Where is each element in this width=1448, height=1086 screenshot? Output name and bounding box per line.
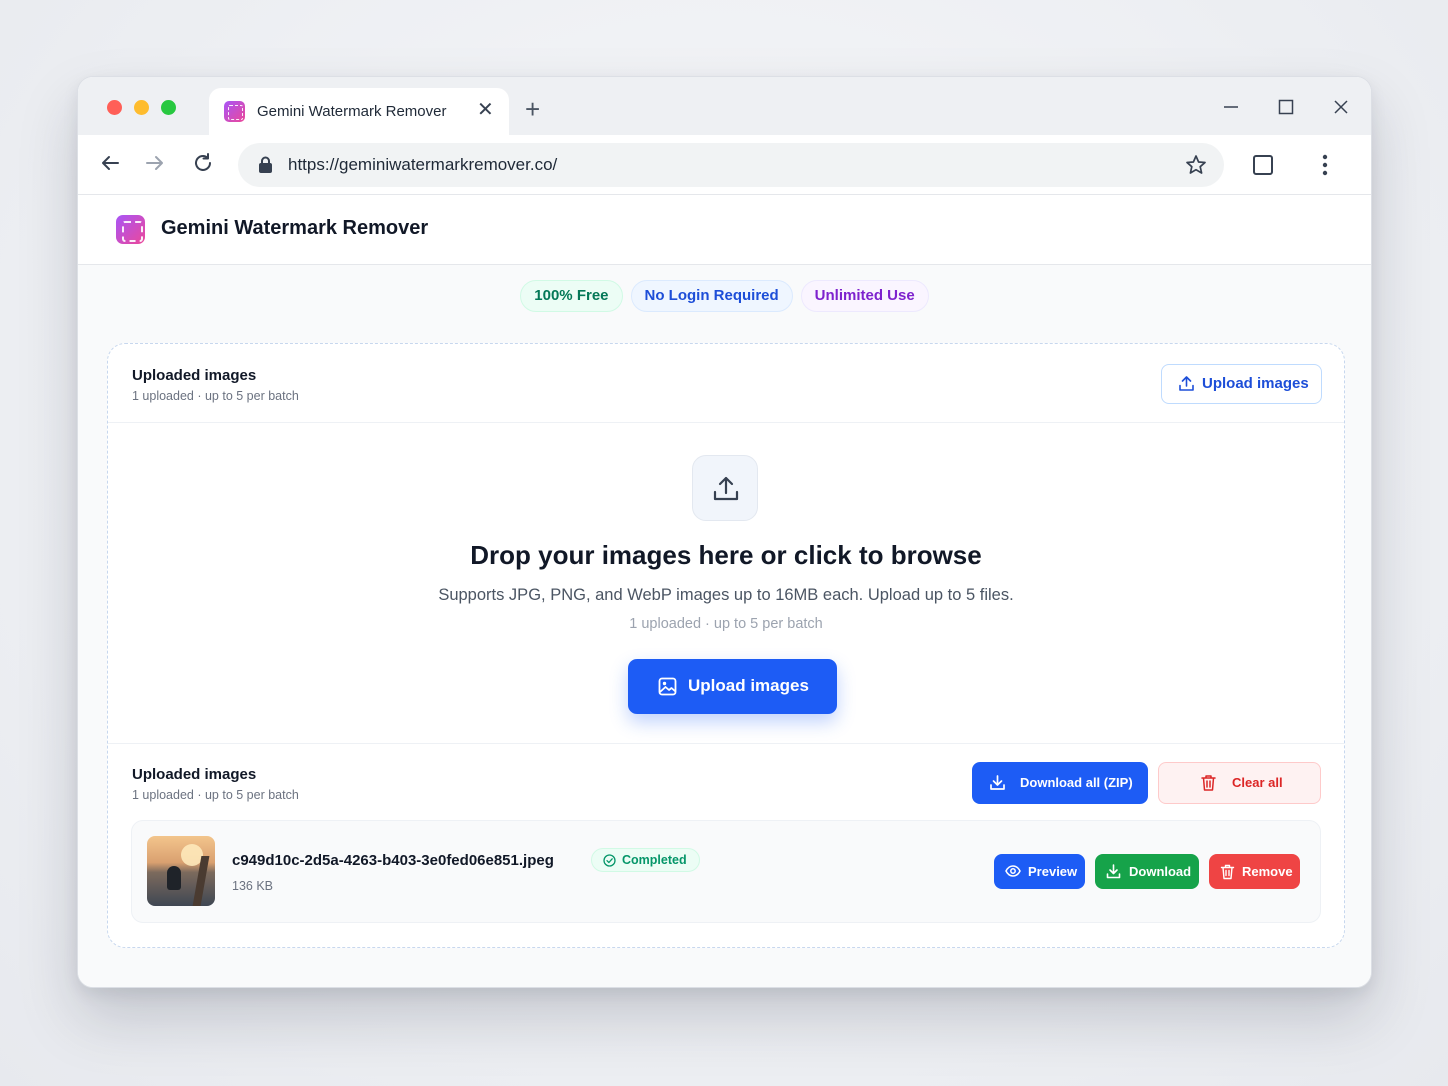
upload-panel: Uploaded images 1 uploaded · up to 5 per…: [107, 343, 1345, 948]
badge-unlimited: Unlimited Use: [800, 280, 929, 312]
forward-icon[interactable]: [144, 152, 166, 174]
back-icon[interactable]: [99, 152, 121, 174]
feature-badges: 100% Free No Login Required Unlimited Us…: [78, 280, 1371, 312]
file-thumbnail[interactable]: [147, 836, 215, 906]
upload-images-button-label: Upload images: [688, 676, 809, 695]
file-name: c949d10c-2d5a-4263-b403-3e0fed06e851.jpe…: [232, 852, 554, 869]
dropzone-description: Supports JPG, PNG, and WebP images up to…: [438, 586, 1014, 604]
uploader-title: Uploaded images: [132, 367, 257, 384]
tab-title: Gemini Watermark Remover: [257, 103, 447, 120]
browser-toolbar: https://geminiwatermarkremover.co/: [78, 135, 1371, 195]
status-label: Completed: [622, 853, 687, 867]
download-icon: [990, 775, 1005, 790]
main-content: 100% Free No Login Required Unlimited Us…: [78, 265, 1371, 987]
tab-close-icon[interactable]: ✕: [477, 100, 494, 120]
browser-tab[interactable]: Gemini Watermark Remover ✕: [209, 88, 509, 135]
download-all-zip-button[interactable]: Download all (ZIP): [972, 762, 1148, 804]
clear-all-button[interactable]: Clear all: [1158, 762, 1321, 804]
list-subtitle: 1 uploaded · up to 5 per batch: [132, 788, 299, 802]
remove-label: Remove: [1242, 864, 1293, 879]
preview-button[interactable]: Preview: [994, 854, 1085, 889]
upload-tile: [692, 455, 758, 521]
trash-icon: [1220, 864, 1235, 880]
download-icon: [1106, 864, 1121, 879]
upload-images-button[interactable]: Upload images: [628, 659, 837, 714]
list-title: Uploaded images: [132, 766, 257, 783]
divider: [108, 743, 1344, 744]
trash-icon: [1201, 775, 1216, 791]
new-tab-icon[interactable]: +: [525, 96, 540, 122]
close-icon[interactable]: [1333, 99, 1349, 115]
star-icon[interactable]: [1185, 154, 1207, 176]
upload-icon: [1179, 376, 1194, 391]
preview-label: Preview: [1028, 864, 1078, 879]
zoom-window-dot[interactable]: [161, 100, 176, 115]
uploader-subtitle: 1 uploaded · up to 5 per batch: [132, 389, 299, 403]
maximize-icon[interactable]: [1278, 99, 1294, 115]
app-logo-icon[interactable]: [116, 215, 145, 244]
badge-no-login: No Login Required: [630, 280, 793, 312]
browser-window: Gemini Watermark Remover ✕ + https://gem…: [77, 76, 1372, 988]
url-text[interactable]: https://geminiwatermarkremover.co/: [288, 155, 557, 175]
download-all-label: Download all (ZIP): [1020, 775, 1133, 790]
app-header: Gemini Watermark Remover: [78, 195, 1371, 265]
app-title[interactable]: Gemini Watermark Remover: [161, 217, 428, 240]
tab-strip: Gemini Watermark Remover ✕ +: [78, 77, 1371, 135]
close-window-dot[interactable]: [107, 100, 122, 115]
file-size: 136 KB: [232, 879, 274, 893]
lock-icon: [259, 156, 272, 173]
image-icon: [658, 677, 677, 696]
dropzone[interactable]: Drop your images here or click to browse…: [108, 423, 1344, 743]
favicon-icon: [224, 101, 245, 122]
kebab-menu-icon[interactable]: [1315, 153, 1335, 177]
minimize-icon[interactable]: [1223, 99, 1239, 115]
dropzone-meta: 1 uploaded · up to 5 per batch: [629, 616, 823, 632]
dropzone-title: Drop your images here or click to browse: [470, 540, 982, 570]
reload-icon[interactable]: [192, 152, 214, 174]
badge-free: 100% Free: [520, 280, 623, 312]
status-badge: Completed: [591, 848, 700, 872]
file-row: c949d10c-2d5a-4263-b403-3e0fed06e851.jpe…: [131, 820, 1321, 923]
check-circle-icon: [603, 854, 616, 867]
minimize-window-dot[interactable]: [134, 100, 149, 115]
clear-all-label: Clear all: [1232, 775, 1283, 790]
sidepanel-icon[interactable]: [1252, 154, 1274, 176]
eye-icon: [1005, 865, 1021, 877]
upload-images-label: Upload images: [1202, 375, 1309, 392]
address-bar[interactable]: https://geminiwatermarkremover.co/: [238, 143, 1224, 187]
upload-images-button-header[interactable]: Upload images: [1161, 364, 1322, 404]
download-button[interactable]: Download: [1095, 854, 1199, 889]
upload-icon: [713, 476, 739, 501]
download-label: Download: [1129, 864, 1192, 879]
remove-button[interactable]: Remove: [1209, 854, 1300, 889]
